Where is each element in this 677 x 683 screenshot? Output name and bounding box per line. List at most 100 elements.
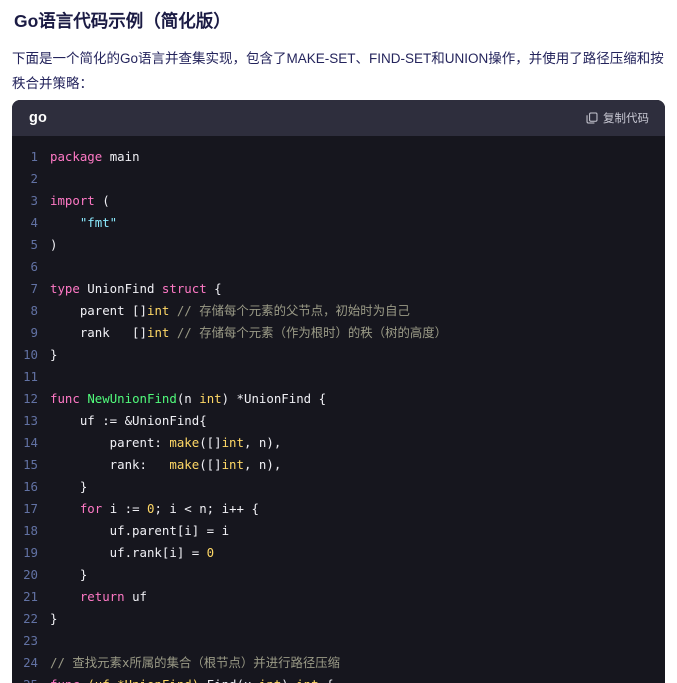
code-token: // 查找元素x所属的集合（根节点）并进行路径压缩 [50,655,341,670]
code-line: 9 rank []int // 存储每个元素（作为根时）的秩（树的高度） [12,322,665,344]
code-line-content: ) [50,234,665,256]
code-line-number: 19 [23,545,38,560]
code-line: 17 for i := 0; i < n; i++ { [12,498,665,520]
code-line: 13 uf := &UnionFind{ [12,410,665,432]
code-token: return [79,589,125,604]
code-block: go 复制代码 1 package main 2 3 import (4 "fmt" 5)… [12,100,665,683]
code-token: { [319,677,333,683]
code-line-number: 2 [30,171,38,186]
code-token: (n [176,391,200,406]
code-line-number: 8 [30,303,38,318]
code-token: { [206,281,222,296]
code-token: , n), [243,457,282,472]
copy-code-label: 复制代码 [603,113,649,125]
code-line-number: 12 [23,391,38,406]
code-line-number: 17 [23,501,38,516]
code-token: make [169,457,200,472]
code-line-content: func (uf *UnionFind) Find(x int) int { [50,674,665,683]
code-token: make [169,435,200,450]
copy-code-button[interactable]: 复制代码 [584,108,651,128]
code-token: ) *UnionFind { [221,391,327,406]
code-line: 6 [12,256,665,278]
code-line-content: rank: make([]int, n), [50,454,665,476]
code-line-number: 3 [30,193,38,208]
code-token: (uf *UnionFind) [87,677,199,683]
code-line-content: } [50,608,665,630]
code-token: uf [124,589,147,604]
code-line-number: 1 [30,149,38,164]
code-line-content: uf := &UnionFind{ [50,410,665,432]
code-line-number: 13 [23,413,38,428]
code-line: 1 package main [12,146,665,168]
code-token: uf.parent[i] = i [50,523,230,538]
code-line-content: return uf [50,586,665,608]
code-line: 12 func NewUnionFind(n int) *UnionFind { [12,388,665,410]
code-token: "fmt" [79,215,118,230]
code-line-content: "fmt" [50,212,665,234]
code-line: 22} [12,608,665,630]
code-line: 25func (uf *UnionFind) Find(x int) int { [12,674,665,683]
code-line-content: for i := 0; i < n; i++ { [50,498,665,520]
code-token: ([] [199,457,222,472]
code-line: 4 "fmt" [12,212,665,234]
code-token: ([] [199,435,222,450]
code-line: 7 type UnionFind struct { [12,278,665,300]
code-line: 3 import ( [12,190,665,212]
code-line-number: 16 [23,479,38,494]
code-line-content: rank []int // 存储每个元素（作为根时）的秩（树的高度） [50,322,665,344]
code-token: uf := &UnionFind{ [50,413,207,428]
code-token: 0 [206,545,215,560]
code-line-number: 20 [23,567,38,582]
code-line: 10} [12,344,665,366]
code-line-number: 15 [23,457,38,472]
code-token: for [79,501,103,516]
code-line-content: uf.parent[i] = i [50,520,665,542]
code-line-number: 9 [30,325,38,340]
code-line: 11 [12,366,665,388]
code-line-number: 24 [23,655,38,670]
code-token: NewUnionFind [87,391,177,406]
code-line-content: } [50,564,665,586]
code-line: 21 return uf [12,586,665,608]
code-line-number: 22 [23,611,38,626]
code-line: 5) [12,234,665,256]
code-token: } [50,567,88,582]
code-token: // 存储每个元素的父节点，初始时为自己 [176,303,410,318]
code-line-content: parent []int // 存储每个元素的父节点，初始时为自己 [50,300,665,322]
code-line: 8 parent []int // 存储每个元素的父节点，初始时为自己 [12,300,665,322]
code-token: ) [281,677,296,683]
code-token: package [50,149,110,164]
code-token: type [50,281,80,296]
code-body[interactable]: 1 package main 2 3 import (4 "fmt" 5) 6 7 type U… [12,136,665,683]
code-token: struct [161,281,207,296]
code-token: int [221,435,244,450]
code-line: 18 uf.parent[i] = i [12,520,665,542]
code-token: import [50,193,95,208]
code-line-number: 21 [23,589,38,604]
code-line-number: 25 [12,674,50,683]
code-line-content: // 查找元素x所属的集合（根节点）并进行路径压缩 [50,652,665,674]
code-language-label: go [29,110,48,126]
code-token: , n), [243,435,282,450]
code-line-number: 18 [23,523,38,538]
code-line-number: 6 [30,259,38,274]
code-token: func [50,677,80,683]
code-token: ) [50,237,58,252]
code-token: parent: [50,435,170,450]
code-line-content: parent: make([]int, n), [50,432,665,454]
code-token: // 存储每个元素（作为根时）的秩（树的高度） [176,325,448,340]
code-token: ; i < n; i++ { [154,501,259,516]
code-token: rank: [50,457,170,472]
code-line-content: } [50,344,665,366]
copy-icon [586,112,598,124]
code-token: Find(x [199,677,259,683]
code-token: parent [] [50,303,147,318]
code-line-number: 5 [30,237,38,252]
code-line-content: uf.rank[i] = 0 [50,542,665,564]
code-line-number: 11 [23,369,38,384]
code-line-content: } [50,476,665,498]
intro-paragraph: 下面是一个简化的Go语言并查集实现，包含了MAKE-SET、FIND-SET和U… [12,51,664,91]
